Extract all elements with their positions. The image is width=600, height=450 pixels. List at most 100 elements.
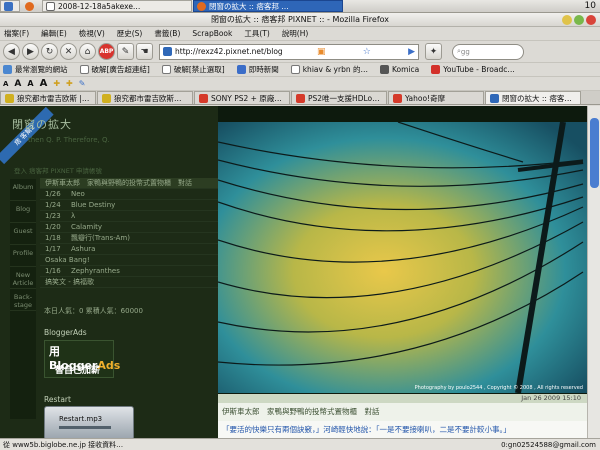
youtube-icon <box>431 65 441 74</box>
font-reset-button[interactable]: A <box>27 79 33 88</box>
navigation-toolbar: ◀ ▶ ↻ ✕ ⌂ ABP ✎ ☚ http://rexz42.pixnet.n… <box>0 41 600 63</box>
search-box[interactable]: ⌕ gg <box>452 43 524 60</box>
launcher-firefox[interactable] <box>21 0 41 12</box>
vertical-scrollbar[interactable] <box>587 106 600 438</box>
page-icon <box>290 65 300 74</box>
pencil-button[interactable]: ✎ <box>117 43 134 60</box>
photo-caption: Photography by poulo2544 , Copyright © 2… <box>415 384 583 391</box>
komica-icon <box>379 65 389 74</box>
document-icon <box>46 1 55 11</box>
blog-title[interactable]: 閉窗の拡大 <box>12 116 72 132</box>
menu-view[interactable]: 檢視(V) <box>79 28 105 39</box>
scrollbar-thumb[interactable] <box>590 118 599 188</box>
font-large-button[interactable]: A <box>14 79 21 89</box>
site-favicon-icon <box>490 93 499 103</box>
menu-file[interactable]: 檔案(F) <box>4 28 29 39</box>
adblock-button[interactable]: ABP <box>98 43 115 60</box>
font-small-button[interactable]: A <box>3 80 8 88</box>
back-button[interactable]: ◀ <box>3 43 20 60</box>
bookmark-youtube[interactable]: YouTube - Broadc… <box>431 65 515 74</box>
blog-subtitle: then Q. P. Therefore, Q. <box>28 136 110 144</box>
sticky-icon[interactable]: ✚ <box>66 79 73 88</box>
list-item[interactable]: 搞笑文 - 搞福歌 <box>40 277 218 288</box>
bookmark-most-visited[interactable]: 最常瀏覽的網站 <box>3 64 68 75</box>
edit-icon[interactable]: ✎ <box>79 79 86 88</box>
track-progress[interactable] <box>59 426 111 429</box>
maximize-button[interactable] <box>574 15 584 25</box>
list-item[interactable]: 1/20 Calamity <box>40 222 218 233</box>
bookmark-khiav[interactable]: khiav & yrbn 的… <box>290 64 368 75</box>
ads-heading: BloggerAds <box>44 328 87 337</box>
bookmark-ad-link[interactable]: 破解[廣告超連結] <box>79 64 150 75</box>
extension-button[interactable]: ✦ <box>425 43 442 60</box>
list-item[interactable]: 1/24 Blue Destiny <box>40 200 218 211</box>
minimize-button[interactable] <box>562 15 572 25</box>
reload-button[interactable]: ↻ <box>41 43 58 60</box>
bookmark-no-select[interactable]: 破解[禁止選取] <box>161 64 225 75</box>
post-excerpt: 「要活的快樂只有兩個訣竅，」河崎輕快地說：「一是不要接喇叭，二是不要計較小事。」 <box>218 421 587 438</box>
url-bar[interactable]: http://rexz42.pixnet.net/blog ▣ ☆ ▶ <box>159 43 419 60</box>
forward-button[interactable]: ▶ <box>22 43 39 60</box>
nav-blog[interactable]: Blog <box>10 201 36 223</box>
tab-2[interactable]: SONY PS2 + 原廠… <box>194 91 290 104</box>
tab-0[interactable]: 狼究都市雷吉欧斯 |… <box>0 91 96 104</box>
menu-edit[interactable]: 編輯(E) <box>41 28 67 39</box>
site-favicon-icon <box>5 93 14 103</box>
recent-posts: 伊斯車太郎 家鴨與野鴨的投幣式置物櫃 對話 1/26 Neo 1/24 Blue D… <box>40 178 218 288</box>
post-title[interactable]: 伊斯車太郎 家鴨與野鴨的投幣式置物櫃 對話 <box>218 403 587 421</box>
folder-icon <box>3 65 12 74</box>
page-icon <box>161 65 171 74</box>
list-item[interactable]: 1/23 λ <box>40 211 218 222</box>
nav-backstage[interactable]: Back-stage <box>10 289 36 311</box>
hand-button[interactable]: ☚ <box>136 43 153 60</box>
nav-new-article[interactable]: New Article <box>10 267 36 289</box>
apps-icon <box>4 1 13 11</box>
close-button[interactable] <box>586 15 596 25</box>
page-content: 痞 客幫2 閉窗の拡大 then Q. P. Therefore, Q. 登入 … <box>0 106 587 438</box>
menu-tools[interactable]: 工具(T) <box>244 28 269 39</box>
bookmarks-toolbar: 最常瀏覽的網站 破解[廣告超連結] 破解[禁止選取] 即時新聞 khiav & … <box>0 63 600 77</box>
star-icon[interactable]: ☆ <box>360 47 374 57</box>
menu-history[interactable]: 歷史(S) <box>117 28 143 39</box>
list-item[interactable]: 1/18 飄瓣行(Trans-Am) <box>40 233 218 244</box>
login-link[interactable]: 登入 痞客邦 PIXNET 申請帳號 <box>14 165 102 175</box>
ad-slogan: 替自己加薪 <box>55 366 101 376</box>
search-input[interactable]: gg <box>461 48 470 56</box>
app-menu-button[interactable] <box>0 0 20 12</box>
menu-help[interactable]: 說明(H) <box>282 28 309 39</box>
list-item[interactable]: 伊斯車太郎 家鴨與野鴨的投幣式置物櫃 對話 <box>40 178 218 189</box>
site-favicon-icon <box>199 93 208 103</box>
list-item[interactable]: Osaka Bang! <box>40 255 218 266</box>
menu-scrapbook[interactable]: ScrapBook <box>192 29 232 38</box>
go-icon[interactable]: ▶ <box>405 47 418 57</box>
list-item[interactable]: 1/17 Ashura <box>40 244 218 255</box>
stop-button[interactable]: ✕ <box>60 43 77 60</box>
taskbar-item-doc[interactable]: 2008-12-18a5akexe… <box>42 0 192 12</box>
bookmark-news[interactable]: 即時新聞 <box>236 64 279 75</box>
nav-album[interactable]: Album <box>10 179 36 201</box>
font-bold-button[interactable]: A <box>40 78 48 89</box>
tab-4[interactable]: Yahoo!奇摩 <box>388 91 484 104</box>
bookmark-komica[interactable]: Komica <box>379 65 419 74</box>
menu-bookmarks[interactable]: 書籤(B) <box>154 28 180 39</box>
nav-profile[interactable]: Profile <box>10 245 36 267</box>
format-toolbar: A A A A ✚ ✚ ✎ <box>0 77 600 91</box>
bloggerads-banner[interactable]: 用 BloggerAds 替自己加薪 <box>44 340 120 378</box>
music-player[interactable]: Restart.mp3 <box>44 406 134 438</box>
page-icon <box>79 65 89 74</box>
reload-icon: ↻ <box>45 46 54 57</box>
tab-1[interactable]: 狼究都市雷吉欧斯… <box>97 91 193 104</box>
tab-3[interactable]: PS2唯一支援HDLo… <box>291 91 387 104</box>
list-item[interactable]: 1/16 Zephyranthes <box>40 266 218 277</box>
back-arrow-icon: ◀ <box>8 46 15 57</box>
tab-5-active[interactable]: 閉窗の拡大 :: 痞客… <box>485 91 581 104</box>
list-item[interactable]: 1/26 Neo <box>40 189 218 200</box>
taskbar-item-firefox[interactable]: 閉窗の拡大 :: 痞客邦 … <box>193 0 343 12</box>
rss-icon[interactable]: ▣ <box>314 47 329 57</box>
nav-guest[interactable]: Guest <box>10 223 36 245</box>
music-heading: Restart <box>44 395 71 404</box>
home-button[interactable]: ⌂ <box>79 43 96 60</box>
menubar: 檔案(F) 編輯(E) 檢視(V) 歷史(S) 書籤(B) ScrapBook … <box>0 27 600 41</box>
url-input[interactable]: http://rexz42.pixnet.net/blog <box>175 47 283 56</box>
highlight-icon[interactable]: ✚ <box>53 79 60 88</box>
